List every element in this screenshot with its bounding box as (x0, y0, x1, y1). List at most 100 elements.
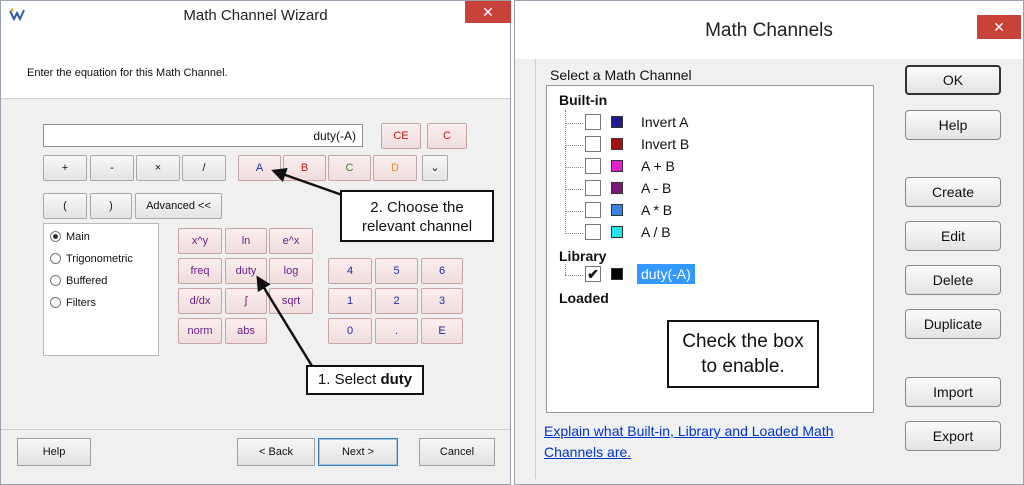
derivative-button[interactable]: d/dx (178, 288, 222, 314)
divide-button[interactable]: / (182, 155, 226, 181)
help-button[interactable]: Help (905, 110, 1001, 140)
channel-c-button[interactable]: C (328, 155, 371, 181)
digit-1-button[interactable]: 1 (328, 288, 372, 314)
tree-branch (565, 233, 583, 234)
color-swatch (611, 204, 623, 216)
invert-a-checkbox[interactable] (585, 114, 601, 130)
open-paren-button[interactable]: ( (43, 193, 87, 219)
cancel-button[interactable]: Cancel (419, 438, 495, 466)
integral-button[interactable]: ∫ (225, 288, 267, 314)
tree-branch (565, 123, 583, 124)
callout-line: to enable. (701, 356, 785, 377)
digit-4-button[interactable]: 4 (328, 258, 372, 284)
duplicate-button[interactable]: Duplicate (905, 309, 1001, 339)
radio-icon (50, 297, 61, 308)
mode-trig-option[interactable]: Trigonometric (50, 253, 133, 267)
item-label: Invert B (641, 136, 690, 152)
library-item-duty[interactable]: ✔ duty(-A) (547, 264, 867, 284)
import-button[interactable]: Import (905, 377, 1001, 407)
mode-label: Main (66, 231, 90, 243)
pow-button[interactable]: x^y (178, 228, 222, 254)
channels-title: Math Channels (705, 20, 833, 41)
builtin-item-a-div-b[interactable]: A / B (547, 224, 867, 242)
wizard-header: Enter the equation for this Math Channel… (1, 32, 510, 99)
channel-a-button[interactable]: A (238, 155, 281, 181)
builtin-heading: Built-in (559, 92, 608, 108)
select-duty-callout: 1. Select duty (306, 365, 424, 395)
mode-filters-option[interactable]: Filters (50, 297, 96, 311)
color-swatch (611, 116, 623, 128)
channel-d-button[interactable]: D (373, 155, 417, 181)
decimal-button[interactable]: . (375, 318, 418, 344)
tree-connector (565, 264, 566, 275)
sqrt-button[interactable]: sqrt (269, 288, 313, 314)
color-swatch (611, 226, 623, 238)
plus-button[interactable]: + (43, 155, 87, 181)
edit-button[interactable]: Edit (905, 221, 1001, 251)
builtin-item-a-times-b[interactable]: A * B (547, 202, 867, 220)
invert-b-checkbox[interactable] (585, 136, 601, 152)
callout-line: relevant channel (361, 218, 473, 235)
log-button[interactable]: log (269, 258, 313, 284)
delete-button[interactable]: Delete (905, 265, 1001, 295)
exp-button[interactable]: e^x (269, 228, 313, 254)
close-paren-button[interactable]: ) (90, 193, 132, 219)
channels-titlebar: Math Channels ✕ (515, 1, 1023, 59)
digit-2-button[interactable]: 2 (375, 288, 418, 314)
channel-dropdown-button[interactable]: ⌄ (422, 155, 448, 181)
a-minus-b-checkbox[interactable] (585, 180, 601, 196)
color-swatch (611, 160, 623, 172)
a-plus-b-checkbox[interactable] (585, 158, 601, 174)
minus-button[interactable]: - (90, 155, 134, 181)
digit-6-button[interactable]: 6 (421, 258, 463, 284)
a-times-b-checkbox[interactable] (585, 202, 601, 218)
function-mode-panel: Main Trigonometric Buffered Filters (43, 223, 159, 356)
digit-5-button[interactable]: 5 (375, 258, 418, 284)
multiply-button[interactable]: × (136, 155, 180, 181)
mode-buffered-option[interactable]: Buffered (50, 275, 107, 289)
freq-button[interactable]: freq (178, 258, 222, 284)
color-swatch (611, 138, 623, 150)
channel-b-button[interactable]: B (283, 155, 326, 181)
builtin-item-a-plus-b[interactable]: A + B (547, 158, 867, 176)
ok-button[interactable]: OK (905, 65, 1001, 95)
channels-close-button[interactable]: ✕ (977, 15, 1021, 39)
wizard-close-button[interactable]: ✕ (465, 1, 511, 23)
ln-button[interactable]: ln (225, 228, 267, 254)
norm-button[interactable]: norm (178, 318, 222, 344)
builtin-item-a-minus-b[interactable]: A - B (547, 180, 867, 198)
next-button[interactable]: Next > (318, 438, 398, 466)
digit-3-button[interactable]: 3 (421, 288, 463, 314)
equation-input[interactable]: duty(-A) (43, 124, 363, 147)
tree-branch (565, 189, 583, 190)
builtin-item-invert-b[interactable]: Invert B (547, 136, 867, 154)
item-label: Invert A (641, 114, 689, 130)
mode-main-option[interactable]: Main (50, 231, 90, 245)
ce-button[interactable]: CE (381, 123, 421, 149)
radio-icon (50, 253, 61, 264)
a-div-b-checkbox[interactable] (585, 224, 601, 240)
export-button[interactable]: Export (905, 421, 1001, 451)
exponent-button[interactable]: E (421, 318, 463, 344)
create-button[interactable]: Create (905, 177, 1001, 207)
mode-label: Trigonometric (66, 253, 133, 265)
duty-checkbox-checked[interactable]: ✔ (585, 266, 601, 282)
explain-link[interactable]: Explain what Built-in, Library and Loade… (544, 421, 874, 463)
footer-divider (1, 429, 510, 430)
radio-selected-icon (50, 231, 61, 242)
mode-label: Buffered (66, 275, 108, 287)
mode-label: Filters (66, 297, 96, 309)
clear-button[interactable]: C (427, 123, 467, 149)
duty-button[interactable]: duty (225, 258, 267, 284)
digit-0-button[interactable]: 0 (328, 318, 372, 344)
abs-button[interactable]: abs (225, 318, 267, 344)
advanced-toggle-button[interactable]: Advanced << (135, 193, 222, 219)
help-button[interactable]: Help (17, 438, 91, 466)
callout-line: Check the box (682, 331, 804, 352)
tree-branch (565, 145, 583, 146)
check-box-callout: Check the box to enable. (667, 320, 819, 388)
builtin-item-invert-a[interactable]: Invert A (547, 114, 867, 132)
radio-icon (50, 275, 61, 286)
loaded-heading: Loaded (559, 290, 609, 306)
back-button[interactable]: < Back (237, 438, 315, 466)
